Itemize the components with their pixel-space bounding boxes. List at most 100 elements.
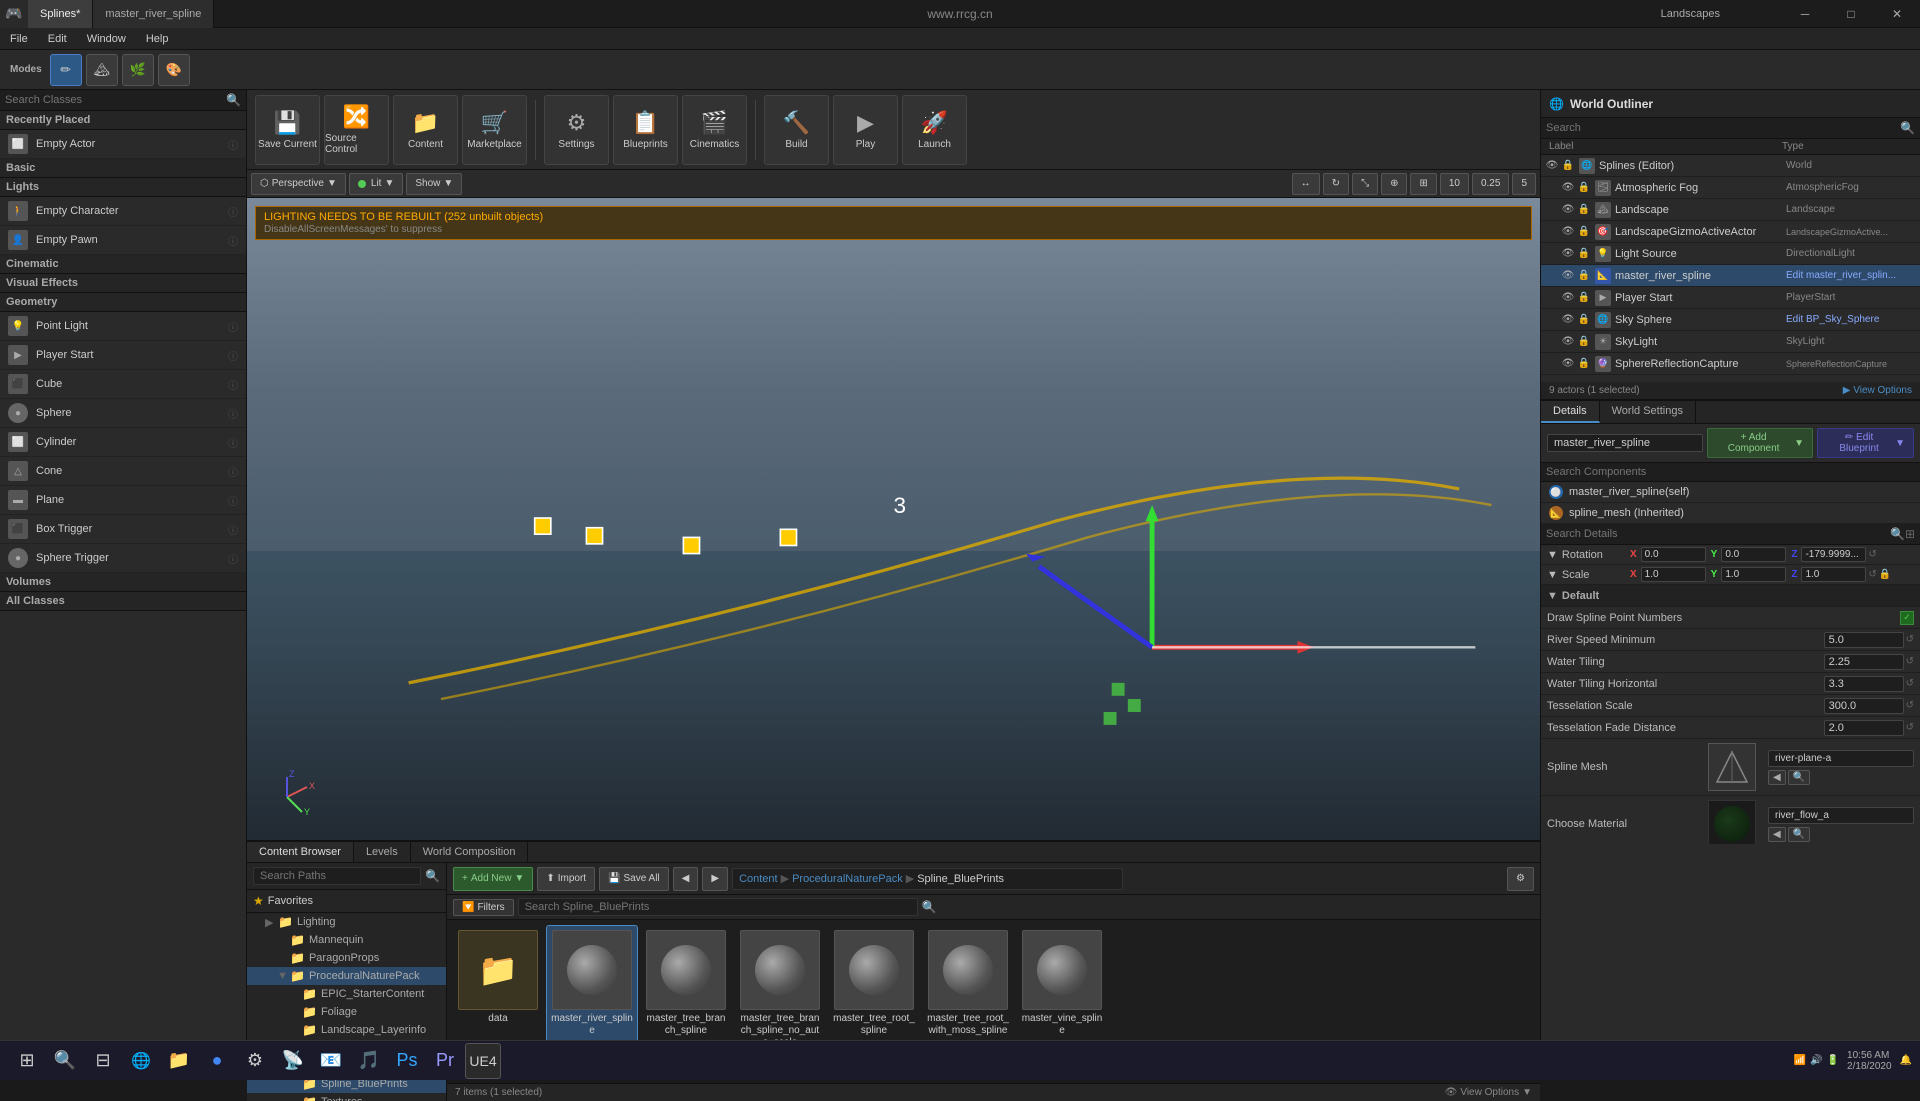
mode-foliage[interactable]: 🌿 bbox=[122, 54, 154, 86]
asset-master-river-spline[interactable]: master_river_spline bbox=[547, 926, 637, 1053]
category-cinematic[interactable]: Cinematic bbox=[0, 255, 246, 274]
breadcrumb-content[interactable]: Content bbox=[739, 873, 778, 885]
translate-tool[interactable]: ↔ bbox=[1292, 173, 1320, 195]
asset-data-folder[interactable]: 📁 data bbox=[453, 926, 543, 1053]
tree-procedural[interactable]: ▼ 📁 ProceduralNaturePack bbox=[247, 967, 446, 985]
filters-dropdown[interactable]: 🔽 Filters bbox=[453, 899, 514, 916]
volume-icon[interactable]: 🔊 bbox=[1810, 1055, 1822, 1066]
asset-search-input[interactable] bbox=[518, 898, 918, 916]
lock-vis-icon[interactable]: 🔒 bbox=[1577, 203, 1591, 217]
tab-content-browser[interactable]: Content Browser bbox=[247, 842, 354, 862]
scale-y-input[interactable] bbox=[1721, 567, 1786, 582]
box-trigger-info[interactable]: ⓘ bbox=[228, 522, 238, 537]
view-options-btn[interactable]: ⚙ bbox=[1507, 867, 1534, 891]
empty-character-info[interactable]: ⓘ bbox=[228, 204, 238, 219]
asset-tree-branch-spline[interactable]: master_tree_branch_spline bbox=[641, 926, 731, 1053]
mail-button[interactable]: 📧 bbox=[313, 1043, 349, 1079]
search-classes-input[interactable] bbox=[5, 94, 226, 106]
outliner-item-sphere-reflection[interactable]: 👁 🔒 🔮 SphereReflectionCapture SphereRefl… bbox=[1541, 353, 1920, 375]
breadcrumb-spline-bp[interactable]: Spline_BluePrints bbox=[917, 873, 1004, 885]
lock-vis-icon[interactable]: 🔒 bbox=[1577, 313, 1591, 327]
outliner-item-landscape[interactable]: 👁 🔒 🏔 Landscape Landscape bbox=[1541, 199, 1920, 221]
premiere-button[interactable]: Pr bbox=[427, 1043, 463, 1079]
search-classes-icon[interactable]: 🔍 bbox=[226, 93, 241, 107]
menu-help[interactable]: Help bbox=[136, 28, 179, 50]
show-dropdown[interactable]: Show ▼ bbox=[406, 173, 462, 195]
default-section-header[interactable]: ▼ Default bbox=[1541, 585, 1920, 607]
place-item-box-trigger[interactable]: ⬛ Box Trigger ⓘ bbox=[0, 515, 246, 544]
tree-landscape-layerinfo[interactable]: 📁 Landscape_Layerinfo bbox=[247, 1021, 446, 1039]
search-paths-icon[interactable]: 🔍 bbox=[425, 869, 440, 883]
scale-x-input[interactable] bbox=[1641, 567, 1706, 582]
water-tiling-input[interactable] bbox=[1824, 654, 1904, 670]
grid-size[interactable]: 10 bbox=[1440, 173, 1469, 195]
place-item-cube[interactable]: ⬛ Cube ⓘ bbox=[0, 370, 246, 399]
tree-epic-starter[interactable]: 📁 EPIC_StarterContent bbox=[247, 985, 446, 1003]
explorer-button[interactable]: 📁 bbox=[161, 1043, 197, 1079]
snap-count[interactable]: 5 bbox=[1512, 173, 1536, 195]
tree-mannequin[interactable]: 📁 Mannequin bbox=[247, 931, 446, 949]
outliner-search-icon[interactable]: 🔍 bbox=[1900, 121, 1915, 135]
breadcrumb-procedural[interactable]: ProceduralNaturePack bbox=[792, 873, 903, 885]
outliner-item-master-river-spline[interactable]: 👁 🔒 📐 master_river_spline Edit master_ri… bbox=[1541, 265, 1920, 287]
tree-paragonprops[interactable]: 📁 ParagonProps bbox=[247, 949, 446, 967]
prop-layout-icon[interactable]: ⊞ bbox=[1905, 527, 1915, 541]
tree-textures[interactable]: 📁 Textures bbox=[247, 1093, 446, 1101]
rotation-reset[interactable]: ↺ bbox=[1868, 549, 1876, 560]
view-options-dropdown[interactable]: 👁 View Options ▼ bbox=[1445, 1087, 1532, 1098]
menu-file[interactable]: File bbox=[0, 28, 38, 50]
cylinder-info[interactable]: ⓘ bbox=[228, 435, 238, 450]
outliner-search-input[interactable] bbox=[1546, 122, 1900, 134]
rotation-y-input[interactable] bbox=[1721, 547, 1786, 562]
outliner-item-light-source[interactable]: 👁 🔒 💡 Light Source DirectionalLight bbox=[1541, 243, 1920, 265]
tab-splines[interactable]: Splines* bbox=[28, 0, 93, 28]
asset-tree-branch-no-auto-scale[interactable]: master_tree_branch_spline_no_auto_scale bbox=[735, 926, 825, 1053]
tab-world-composition[interactable]: World Composition bbox=[411, 842, 529, 862]
search-button[interactable]: 🔍 bbox=[47, 1043, 83, 1079]
lit-dropdown[interactable]: Lit ▼ bbox=[349, 173, 403, 195]
add-component-btn[interactable]: + Add Component ▼ bbox=[1707, 428, 1813, 458]
empty-pawn-info[interactable]: ⓘ bbox=[228, 233, 238, 248]
nav-back-btn[interactable]: ◀ bbox=[673, 867, 699, 891]
place-item-sphere-trigger[interactable]: ● Sphere Trigger ⓘ bbox=[0, 544, 246, 573]
eye-vis-icon[interactable]: 👁 bbox=[1561, 181, 1575, 195]
category-volumes[interactable]: Volumes bbox=[0, 573, 246, 592]
category-recently-placed[interactable]: Recently Placed bbox=[0, 111, 246, 130]
taskview-button[interactable]: ⊟ bbox=[85, 1043, 121, 1079]
eye-vis-icon[interactable]: 👁 bbox=[1561, 313, 1575, 327]
settings-button[interactable]: ⚙ bbox=[237, 1043, 273, 1079]
camera-speed[interactable]: 0.25 bbox=[1472, 173, 1509, 195]
viewport[interactable]: 3 LIGHTING NEEDS TO bbox=[247, 198, 1540, 840]
edit-blueprint-btn[interactable]: ✏ Edit Blueprint ▼ bbox=[1817, 428, 1914, 458]
place-item-point-light[interactable]: 💡 Point Light ⓘ bbox=[0, 312, 246, 341]
settings-btn[interactable]: ⚙ Settings bbox=[544, 95, 609, 165]
import-btn[interactable]: ⬆ Import bbox=[537, 867, 595, 891]
place-item-empty-pawn[interactable]: 👤 Empty Pawn ⓘ bbox=[0, 226, 246, 255]
component-spline-mesh[interactable]: 📐 spline_mesh (Inherited) bbox=[1541, 503, 1920, 524]
menu-edit[interactable]: Edit bbox=[38, 28, 77, 50]
tab-master-river[interactable]: master_river_spline bbox=[93, 0, 214, 28]
save-current-btn[interactable]: 💾 Save Current bbox=[255, 95, 320, 165]
lock-vis-icon[interactable]: 🔒 bbox=[1577, 225, 1591, 239]
lock-vis-icon[interactable]: 🔒 bbox=[1561, 159, 1575, 173]
empty-actor-info[interactable]: ⓘ bbox=[228, 137, 238, 152]
blueprints-btn[interactable]: 📋 Blueprints bbox=[613, 95, 678, 165]
eye-vis-icon[interactable]: 👁 bbox=[1561, 247, 1575, 261]
start-button[interactable]: ⊞ bbox=[9, 1043, 45, 1079]
cube-info[interactable]: ⓘ bbox=[228, 377, 238, 392]
lock-scale-icon[interactable]: 🔒 bbox=[1879, 569, 1891, 580]
place-item-player-start[interactable]: ▶ Player Start ⓘ bbox=[0, 341, 246, 370]
local-global-tool[interactable]: ⊕ bbox=[1381, 173, 1407, 195]
mode-paint[interactable]: 🎨 bbox=[158, 54, 190, 86]
point-light-info[interactable]: ⓘ bbox=[228, 319, 238, 334]
rotation-x-input[interactable] bbox=[1641, 547, 1706, 562]
add-new-btn[interactable]: + Add New ▼ bbox=[453, 867, 533, 891]
marketplace-btn[interactable]: 🛒 Marketplace bbox=[462, 95, 527, 165]
component-search-input[interactable] bbox=[1546, 466, 1915, 478]
water-tiling-reset[interactable]: ↺ bbox=[1906, 656, 1914, 667]
place-item-plane[interactable]: ▬ Plane ⓘ bbox=[0, 486, 246, 515]
rotation-z-input[interactable] bbox=[1801, 547, 1866, 562]
eye-vis-icon[interactable]: 👁 bbox=[1561, 203, 1575, 217]
mode-select[interactable]: ✏ bbox=[50, 54, 82, 86]
tab-details[interactable]: Details bbox=[1541, 401, 1600, 423]
